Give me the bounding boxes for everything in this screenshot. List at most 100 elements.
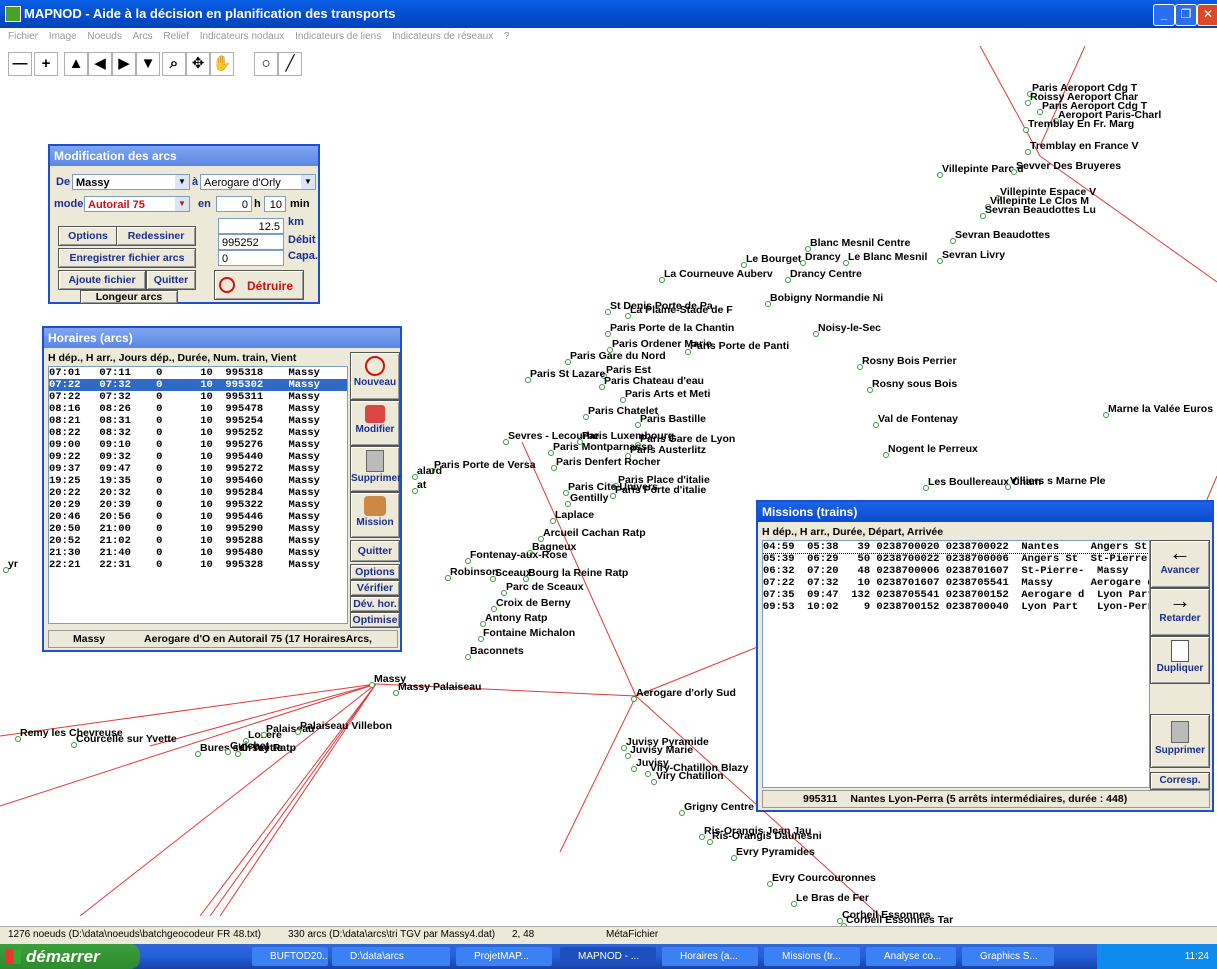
corresp-button[interactable]: Corresp. <box>1150 772 1210 790</box>
task-mapnod[interactable]: MAPNOD - ... <box>560 947 656 966</box>
start-button[interactable]: démarrer <box>0 944 140 969</box>
task-projetmap[interactable]: ProjetMAP... <box>456 947 552 966</box>
horaire-row[interactable]: 07:22 07:32 0 10 995302 Massy <box>49 379 347 391</box>
km-input[interactable]: 12.5 <box>218 218 284 234</box>
menu-relief[interactable]: Relief <box>163 31 189 42</box>
station-label[interactable]: Sevran Livry <box>936 249 1005 264</box>
options-button[interactable]: Options <box>58 226 118 246</box>
debit-input[interactable]: 995252 <box>218 234 284 250</box>
line-tool-icon[interactable]: ╱ <box>278 52 302 76</box>
horaire-row[interactable]: 20:52 21:02 0 10 995288 Massy <box>49 535 347 547</box>
horaire-row[interactable]: 21:30 21:40 0 10 995480 Massy <box>49 547 347 559</box>
menu-noeuds[interactable]: Noeuds <box>87 31 121 42</box>
zoom-out-button[interactable]: — <box>8 52 32 76</box>
station-label[interactable]: Viry Chatillon <box>651 770 724 785</box>
station-label[interactable]: Evry Courcouronnes <box>767 872 876 887</box>
menu-help[interactable]: ? <box>504 31 510 42</box>
station-label[interactable]: Corbeil Essonnes Tar <box>840 914 953 929</box>
station-label[interactable]: Sevran Beaudottes Lu <box>980 204 1096 219</box>
pan-down-button[interactable]: ▼ <box>136 52 160 76</box>
zoom-in-button[interactable]: + <box>34 52 58 76</box>
horaire-row[interactable]: 08:16 08:26 0 10 995478 Massy <box>49 403 347 415</box>
retarder-button[interactable]: → Retarder <box>1150 588 1210 636</box>
horaire-row[interactable]: 08:21 08:31 0 10 995254 Massy <box>49 415 347 427</box>
pan-left-button[interactable]: ◀ <box>88 52 112 76</box>
horaire-row[interactable]: 07:22 07:32 0 10 995311 Massy <box>49 391 347 403</box>
menu-indicateurs-nodaux[interactable]: Indicateurs nodaux <box>200 31 285 42</box>
menu-image[interactable]: Image <box>49 31 77 42</box>
longueur-arcs-button[interactable]: Longeur arcs <box>80 290 178 304</box>
station-label[interactable]: Paris St Lazare <box>524 368 605 383</box>
pan-up-button[interactable]: ▲ <box>64 52 88 76</box>
horaire-row[interactable]: 07:01 07:11 0 10 995318 Massy <box>49 367 347 379</box>
horaires-list[interactable]: 07:01 07:11 0 10 995318 Massy 07:22 07:32… <box>48 366 348 624</box>
station-label[interactable]: Val de Fontenay <box>873 413 958 428</box>
de-select[interactable]: Massy ▼ <box>72 174 190 190</box>
horaire-row[interactable]: 20:50 21:00 0 10 995290 Massy <box>49 523 347 535</box>
station-label[interactable]: Le Bras de Fer <box>791 892 869 907</box>
avancer-button[interactable]: ← Avancer <box>1150 540 1210 588</box>
station-label[interactable]: Laplace <box>549 509 594 524</box>
station-label[interactable]: Grigny Centre <box>678 801 754 816</box>
horaire-row[interactable]: 22:21 22:31 0 10 995328 Massy <box>49 559 347 571</box>
horaire-row[interactable]: 20:46 20:56 0 10 995446 Massy <box>49 511 347 523</box>
options-button[interactable]: Options <box>350 564 400 580</box>
station-label[interactable]: Paris Porte d'italie <box>609 484 706 499</box>
station-label[interactable]: Le Bourget <box>740 253 801 268</box>
quitter-button[interactable]: Quitter <box>350 540 400 562</box>
redessiner-button[interactable]: Redessiner <box>116 226 196 246</box>
station-label[interactable]: Paris Porte de la Chantin <box>604 322 734 337</box>
station-label[interactable]: Drancy <box>800 251 841 266</box>
ajoute-fichier-button[interactable]: Ajoute fichier <box>58 270 146 290</box>
station-label[interactable]: Paris Austerlitz <box>624 444 706 459</box>
dupliquer-button[interactable]: Dupliquer <box>1150 636 1210 684</box>
station-label[interactable]: Paris Arts et Meti <box>619 388 710 403</box>
horaire-row[interactable]: 09:37 09:47 0 10 995272 Massy <box>49 463 347 475</box>
station-label[interactable]: Rosny sous Bois <box>866 378 957 393</box>
station-label[interactable]: Paris Denfert Rocher <box>550 456 660 471</box>
station-label[interactable]: Croix de Berny <box>491 597 571 612</box>
station-label[interactable]: alard <box>411 465 442 480</box>
pan-right-button[interactable]: ▶ <box>112 52 136 76</box>
close-button[interactable]: ✕ <box>1197 4 1217 26</box>
mode-select[interactable]: Autorail 75 ▼ <box>84 196 190 212</box>
missions-list[interactable]: 04:59 05:38 39 0238700020 0238700022 Nan… <box>762 540 1150 788</box>
station-label[interactable]: Villiers s Marne Ple <box>1005 475 1106 490</box>
hours-input[interactable]: 0 <box>216 196 252 212</box>
station-label[interactable]: Aerogare d'orly Sud <box>631 687 736 702</box>
station-label[interactable]: La Courneuve Auberv <box>659 268 773 283</box>
restore-button[interactable]: ❐ <box>1175 4 1197 26</box>
mission-row[interactable]: 09:53 10:02 9 0238700152 0238700040 Lyon… <box>763 601 1149 613</box>
station-label[interactable]: Sevran Beaudottes <box>949 229 1050 244</box>
task-analyse[interactable]: Analyse co... <box>866 947 956 966</box>
station-label[interactable]: Rosny Bois Perrier <box>857 355 957 370</box>
task-horaires[interactable]: Horaires (a... <box>662 947 758 966</box>
station-label[interactable]: Le Blanc Mesnil <box>842 251 927 266</box>
horaire-row[interactable]: 09:00 09:10 0 10 995276 Massy <box>49 439 347 451</box>
station-label[interactable]: Drancy Centre <box>785 268 862 283</box>
station-label[interactable]: Paris Porte de Panti <box>684 340 789 355</box>
station-label[interactable]: Tremblay En Fr. Marg <box>1022 118 1134 133</box>
mission-row[interactable]: 05:39 06:29 50 0238700022 0238700006 Ang… <box>763 553 1149 565</box>
horaire-row[interactable]: 20:29 20:39 0 10 995322 Massy <box>49 499 347 511</box>
supprimer-button[interactable]: Supprimer <box>350 446 401 492</box>
horaire-row[interactable]: 09:22 09:32 0 10 995440 Massy <box>49 451 347 463</box>
station-label[interactable]: yr <box>3 558 18 573</box>
station-label[interactable]: Bobigny Normandie Ni <box>764 292 883 307</box>
verifier-button[interactable]: Vérifier <box>350 580 400 596</box>
station-label[interactable]: Paris Bastille <box>635 413 706 428</box>
station-label[interactable]: Baconnets <box>465 645 524 660</box>
station-label[interactable]: Arcueil Cachan Ratp <box>538 527 646 542</box>
menu-arcs[interactable]: Arcs <box>133 31 153 42</box>
menu-fichier[interactable]: Fichier <box>8 31 38 42</box>
mission-row[interactable]: 04:59 05:38 39 0238700020 0238700022 Nan… <box>763 541 1149 554</box>
horaire-row[interactable]: 19:25 19:35 0 10 995460 Massy <box>49 475 347 487</box>
move-icon[interactable]: ✥ <box>186 52 210 76</box>
task-data-arcs[interactable]: D:\data\arcs <box>332 947 450 966</box>
a-select[interactable]: Aerogare d'Orly ▼ <box>200 174 316 190</box>
station-label[interactable]: Nogent le Perreux <box>883 443 978 458</box>
station-label[interactable]: Courcelle sur Yvette <box>71 733 177 748</box>
task-graphics[interactable]: Graphics S... <box>962 947 1054 966</box>
minutes-input[interactable]: 10 <box>264 196 286 212</box>
station-label[interactable]: Paris Porte de Versa <box>429 459 536 474</box>
